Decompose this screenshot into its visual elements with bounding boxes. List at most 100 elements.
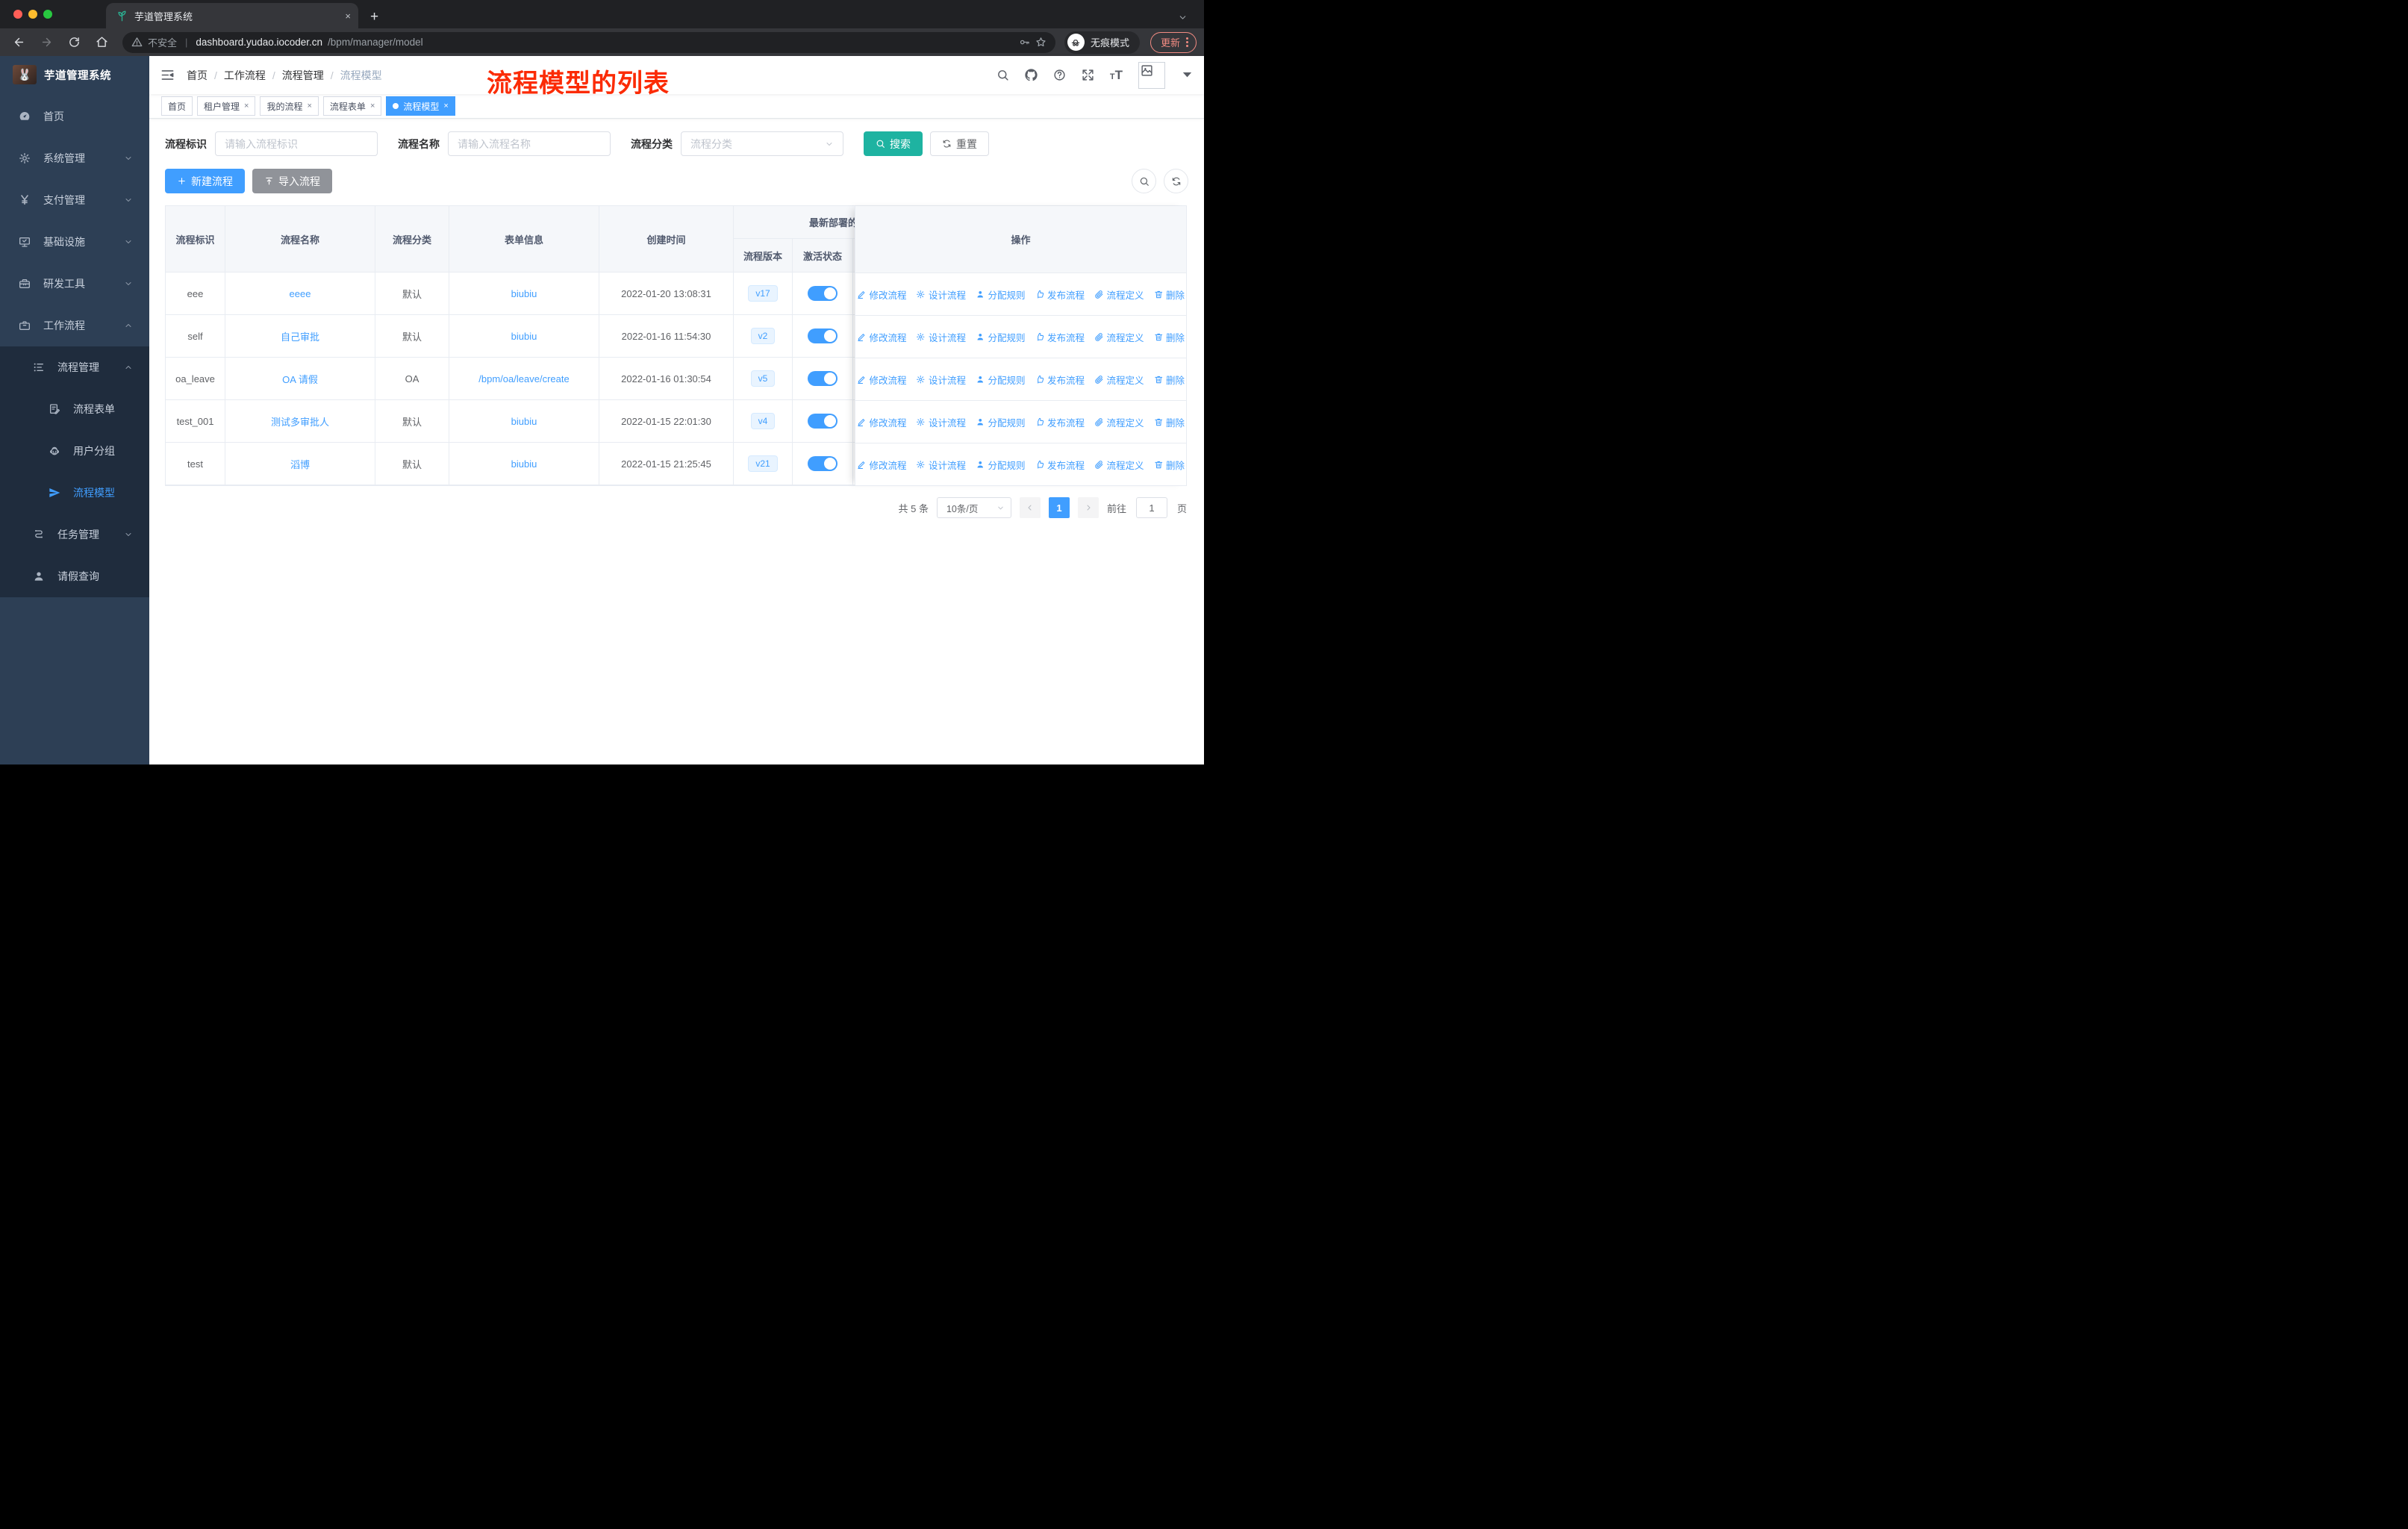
action-design[interactable]: 设计流程 — [916, 415, 966, 429]
sidebar-item-11[interactable]: 任务管理 — [0, 514, 149, 555]
breadcrumb-item[interactable]: 首页 — [187, 68, 208, 83]
sidebar-item-3[interactable]: 支付管理 — [0, 179, 149, 221]
action-design[interactable]: 设计流程 — [916, 287, 966, 302]
action-trash[interactable]: 删除 — [1154, 415, 1185, 429]
action-trash[interactable]: 删除 — [1154, 458, 1185, 472]
active-toggle[interactable] — [808, 456, 838, 471]
reset-button[interactable]: 重置 — [930, 131, 989, 156]
sidebar-item-7[interactable]: 流程管理 — [0, 346, 149, 388]
form-info-link[interactable]: /bpm/oa/leave/create — [478, 373, 569, 384]
action-assign[interactable]: 分配规则 — [976, 415, 1026, 429]
refresh-table-button[interactable] — [1164, 169, 1188, 193]
active-toggle[interactable] — [808, 414, 838, 429]
import-process-button[interactable]: 导入流程 — [252, 169, 332, 193]
search-icon[interactable] — [996, 69, 1009, 81]
action-assign[interactable]: 分配规则 — [976, 458, 1026, 472]
user-avatar[interactable] — [1138, 61, 1165, 89]
action-edit[interactable]: 修改流程 — [857, 458, 906, 472]
next-page-button[interactable] — [1077, 497, 1099, 518]
sidebar-item-8[interactable]: 流程表单 — [0, 388, 149, 430]
action-publish[interactable]: 发布流程 — [1035, 373, 1085, 387]
tag-close-icon[interactable]: × — [370, 102, 375, 110]
action-design[interactable]: 设计流程 — [916, 330, 966, 344]
active-toggle[interactable] — [808, 286, 838, 301]
tag-close-icon[interactable]: × — [443, 102, 448, 110]
tag-租户管理[interactable]: 租户管理 × — [197, 96, 256, 116]
reload-icon[interactable] — [63, 36, 86, 49]
active-toggle[interactable] — [808, 328, 838, 343]
home-icon[interactable] — [90, 36, 113, 49]
sidebar-item-12[interactable]: 请假查询 — [0, 555, 149, 597]
tag-首页[interactable]: 首页 — [161, 96, 193, 116]
action-paperclip[interactable]: 流程定义 — [1094, 373, 1144, 387]
tag-close-icon[interactable]: × — [307, 102, 311, 110]
action-paperclip[interactable]: 流程定义 — [1094, 287, 1144, 302]
goto-page-input[interactable]: 1 — [1135, 497, 1167, 518]
browser-menu-icon[interactable] — [1186, 37, 1188, 47]
action-trash[interactable]: 删除 — [1154, 330, 1185, 344]
action-edit[interactable]: 修改流程 — [857, 373, 906, 387]
current-page-button[interactable]: 1 — [1048, 497, 1070, 518]
action-edit[interactable]: 修改流程 — [857, 415, 906, 429]
action-publish[interactable]: 发布流程 — [1035, 415, 1085, 429]
action-assign[interactable]: 分配规则 — [976, 373, 1026, 387]
action-trash[interactable]: 删除 — [1154, 287, 1185, 302]
sidebar-item-6[interactable]: 工作流程 — [0, 305, 149, 346]
back-icon[interactable] — [7, 36, 31, 49]
sidebar-fold-icon[interactable] — [160, 68, 175, 82]
action-paperclip[interactable]: 流程定义 — [1094, 415, 1144, 429]
sidebar-item-9[interactable]: 用户分组 — [0, 430, 149, 472]
process-name-link[interactable]: eeee — [290, 288, 311, 299]
action-publish[interactable]: 发布流程 — [1035, 330, 1085, 344]
tab-search-chevron-icon[interactable] — [1178, 13, 1188, 22]
form-info-link[interactable]: biubiu — [511, 331, 537, 342]
address-bar[interactable]: 不安全 | dashboard.yudao.iocoder.cn/bpm/man… — [122, 31, 1055, 53]
process-name-link[interactable]: 测试多审批人 — [271, 417, 329, 428]
action-edit[interactable]: 修改流程 — [857, 287, 906, 302]
tab-close-icon[interactable]: × — [345, 10, 351, 22]
security-label[interactable]: 不安全 — [148, 35, 177, 49]
filter-input-1[interactable]: 请输入流程标识 — [215, 131, 378, 156]
sidebar-item-4[interactable]: 基础设施 — [0, 221, 149, 263]
process-name-link[interactable]: 滔博 — [290, 459, 310, 470]
action-assign[interactable]: 分配规则 — [976, 330, 1026, 344]
github-icon[interactable] — [1025, 69, 1038, 81]
action-publish[interactable]: 发布流程 — [1035, 458, 1085, 472]
process-name-link[interactable]: 自己审批 — [281, 331, 319, 343]
active-toggle[interactable] — [808, 371, 838, 386]
search-button[interactable]: 搜索 — [864, 131, 923, 156]
category-select[interactable]: 流程分类 — [681, 131, 843, 156]
breadcrumb-item[interactable]: 工作流程 — [224, 68, 266, 83]
breadcrumb-item[interactable]: 流程管理 — [282, 68, 324, 83]
sidebar-item-2[interactable]: 系统管理 — [0, 137, 149, 179]
bookmark-star-icon[interactable] — [1035, 37, 1047, 48]
prev-page-button[interactable] — [1019, 497, 1041, 518]
sidebar-item-5[interactable]: 研发工具 — [0, 263, 149, 305]
sidebar-item-10[interactable]: 流程模型 — [0, 472, 149, 514]
sidebar-logo[interactable]: 🐰 芋道管理系统 — [0, 56, 149, 93]
help-icon[interactable] — [1053, 69, 1066, 81]
form-info-link[interactable]: biubiu — [511, 458, 537, 470]
close-window-button[interactable] — [13, 10, 22, 19]
sidebar-item-1[interactable]: 首页 — [0, 96, 149, 137]
avatar-caret-down-icon[interactable] — [1181, 69, 1194, 81]
action-publish[interactable]: 发布流程 — [1035, 287, 1085, 302]
forward-icon[interactable] — [35, 36, 58, 49]
font-size-icon[interactable]: TT — [1110, 69, 1123, 81]
key-icon[interactable] — [1019, 37, 1030, 48]
tag-流程模型[interactable]: 流程模型 × — [386, 96, 455, 116]
action-trash[interactable]: 删除 — [1154, 373, 1185, 387]
action-paperclip[interactable]: 流程定义 — [1094, 458, 1144, 472]
form-info-link[interactable]: biubiu — [511, 416, 537, 427]
tag-我的流程[interactable]: 我的流程 × — [260, 96, 319, 116]
browser-update-button[interactable]: 更新 — [1150, 31, 1197, 53]
fullscreen-icon[interactable] — [1082, 69, 1094, 81]
toggle-search-button[interactable] — [1132, 169, 1156, 193]
action-assign[interactable]: 分配规则 — [976, 287, 1026, 302]
zoom-window-button[interactable] — [43, 10, 52, 19]
tag-流程表单[interactable]: 流程表单 × — [322, 96, 382, 116]
new-tab-button[interactable]: + — [370, 10, 378, 24]
tag-close-icon[interactable]: × — [244, 102, 249, 110]
filter-input-2[interactable]: 请输入流程名称 — [448, 131, 611, 156]
form-info-link[interactable]: biubiu — [511, 288, 537, 299]
